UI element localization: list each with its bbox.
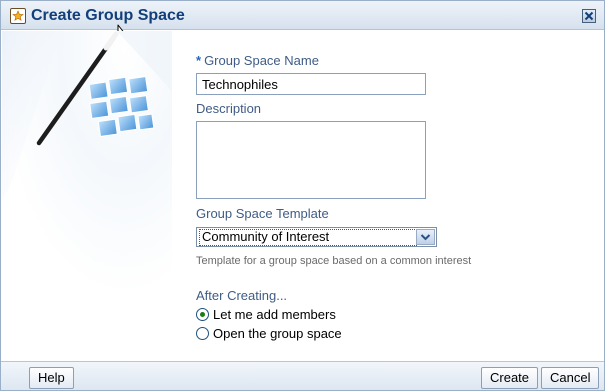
chevron-down-icon: [420, 234, 431, 241]
after-creating-label: After Creating...: [196, 288, 288, 303]
group-space-form: *Group Space Name Description Group Spac…: [194, 1, 594, 361]
description-label: Description: [196, 101, 262, 116]
template-selected-value: Community of Interest: [199, 229, 417, 246]
create-group-space-dialog: Create Group Space * Group Space Name Te…: [0, 0, 605, 391]
radio-button[interactable]: [196, 326, 209, 340]
group-space-name-input[interactable]: [196, 73, 426, 95]
required-marker: *: [196, 53, 202, 68]
wizard-illustration: [2, 31, 172, 361]
group-space-name-label-text: Group Space Name: [204, 53, 319, 68]
radio-label: Open the group space: [213, 325, 342, 341]
description-textarea[interactable]: [196, 121, 426, 199]
dialog-footer: Help Create Cancel: [1, 361, 604, 390]
cancel-button[interactable]: Cancel: [541, 367, 600, 389]
radio-label: Let me add members: [213, 306, 336, 322]
template-hint: Template for a group space based on a co…: [196, 255, 472, 267]
radio-let-me-add-members[interactable]: Let me add members: [196, 305, 336, 323]
help-button[interactable]: Help: [29, 367, 74, 389]
radio-button[interactable]: [196, 307, 209, 321]
create-button[interactable]: Create: [481, 367, 539, 389]
dialog-title: Create Group Space: [31, 7, 185, 24]
group-space-template-label: Group Space Template: [196, 206, 329, 221]
dropdown-button[interactable]: [416, 229, 435, 245]
group-space-icon: [10, 8, 26, 24]
group-space-template-select[interactable]: Community of Interest: [196, 227, 437, 247]
radio-open-group-space[interactable]: Open the group space: [196, 324, 342, 342]
group-space-name-label: * Group Space Name: [196, 53, 319, 68]
